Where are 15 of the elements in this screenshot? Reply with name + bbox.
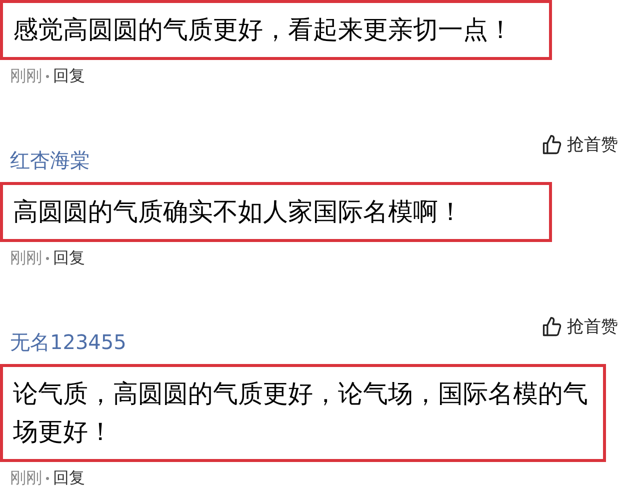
like-button[interactable]: 抢首赞 [541,316,618,338]
thumbs-up-icon [541,316,563,338]
username[interactable]: 红杏海棠 [10,150,90,170]
reply-link[interactable]: 回复 [53,68,85,84]
timestamp: 刚刚 [10,250,42,266]
username[interactable]: 无名123455 [10,332,126,352]
reply-link[interactable]: 回复 [53,250,85,266]
comment-text: 论气质，高圆圆的气质更好，论气场，国际名模的气场更好！ [0,364,606,462]
timestamp: 刚刚 [10,68,42,84]
comment-text: 高圆圆的气质确实不如人家国际名模啊！ [0,182,552,242]
like-button[interactable]: 抢首赞 [541,134,618,156]
reply-link[interactable]: 回复 [53,470,85,486]
comment-text: 感觉高圆圆的气质更好，看起来更亲切一点！ [0,0,552,60]
thumbs-up-icon [541,134,563,156]
timestamp: 刚刚 [10,470,42,486]
